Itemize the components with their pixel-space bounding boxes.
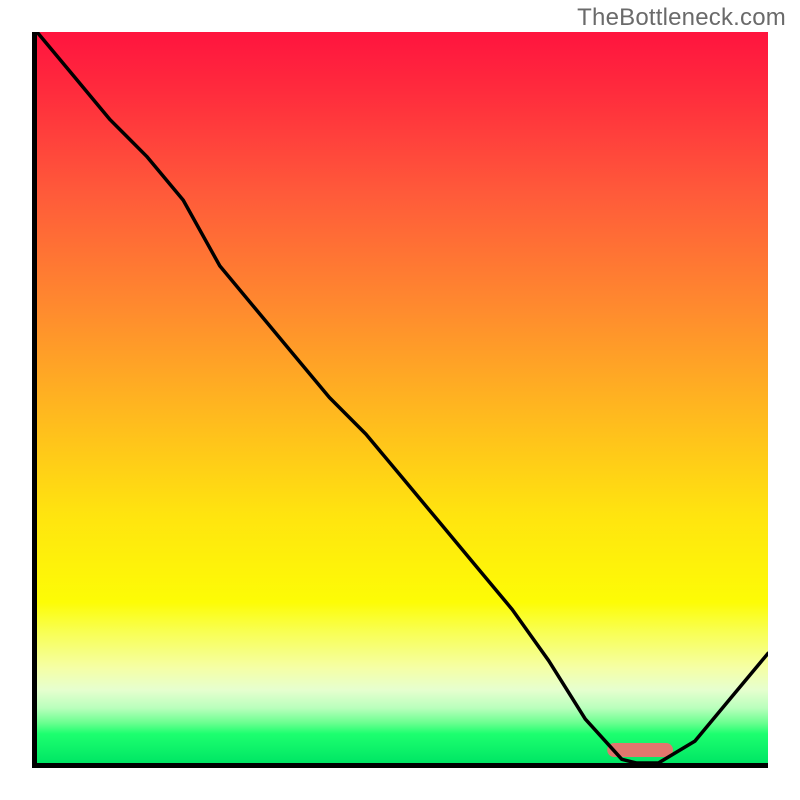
- chart-svg: [37, 32, 768, 763]
- watermark-text: TheBottleneck.com: [577, 4, 786, 32]
- plot-frame: [32, 32, 768, 768]
- bottleneck-curve: [37, 32, 768, 763]
- plot-area: [37, 32, 768, 763]
